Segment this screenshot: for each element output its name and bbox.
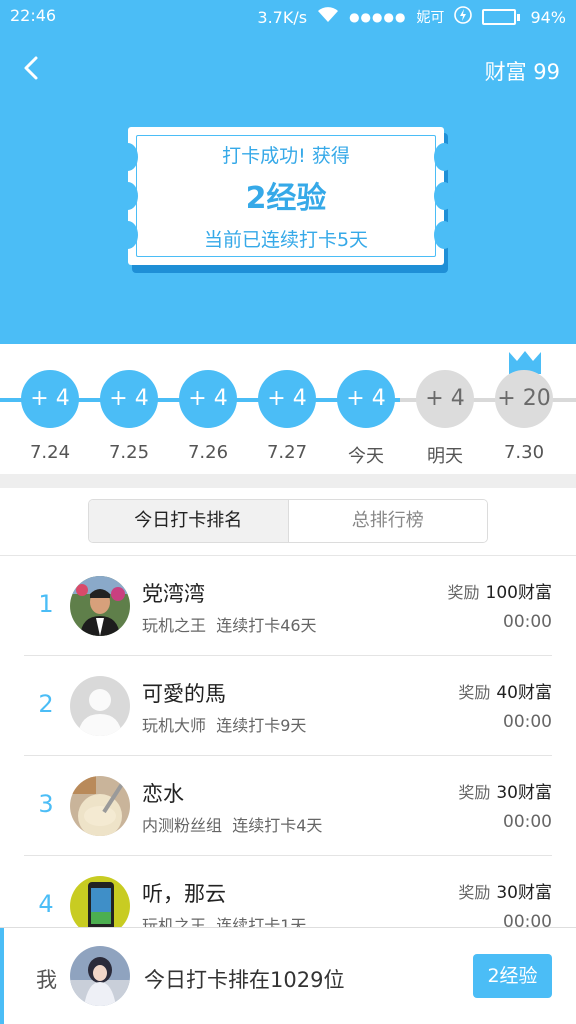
reward-label: 奖励 bbox=[458, 783, 491, 802]
carrier-name: 妮可 bbox=[416, 10, 445, 26]
my-avatar[interactable] bbox=[70, 946, 130, 1006]
rank-number: 1 bbox=[38, 590, 54, 618]
reward: 奖励 30财富 bbox=[458, 778, 552, 803]
user-streak: 连续打卡9天 bbox=[216, 716, 307, 735]
reward-label: 奖励 bbox=[458, 883, 491, 902]
header: 22:46 3.7K/s ●●●●● 妮可 94% 财富 99 打卡成功! 获得… bbox=[0, 0, 576, 344]
day-date: 7.25 bbox=[108, 442, 150, 463]
reward-value: 100财富 bbox=[485, 583, 552, 603]
reward-value: 30财富 bbox=[496, 783, 552, 803]
avatar[interactable] bbox=[70, 576, 130, 636]
back-button[interactable] bbox=[14, 50, 50, 86]
user-meta: 玩机大师 连续打卡9天 bbox=[142, 712, 306, 736]
day-item-bonus: + 20 7.30 bbox=[494, 370, 554, 463]
section-divider bbox=[0, 474, 576, 488]
status-right: 3.7K/s ●●●●● 妮可 94% bbox=[257, 6, 566, 28]
user-meta: 内测粉丝组 连续打卡4天 bbox=[142, 812, 322, 836]
battery-percent: 94% bbox=[530, 7, 566, 27]
day-reward: + 4 bbox=[100, 370, 158, 428]
ticket-exp-text: 2经验 bbox=[245, 181, 327, 216]
charging-icon bbox=[454, 6, 473, 28]
day-reward: + 4 bbox=[337, 370, 395, 428]
user-name: 可愛的馬 bbox=[142, 682, 226, 706]
reward-label: 奖励 bbox=[447, 583, 480, 602]
checkin-days: + 4 7.24 + 4 7.25 + 4 7.26 + 4 7.27 + 4 … bbox=[0, 344, 576, 474]
me-label: 我 bbox=[36, 968, 57, 992]
my-exp-button[interactable]: 2经验 bbox=[473, 954, 552, 998]
checkin-time: 00:00 bbox=[503, 812, 552, 832]
tab-today-ranking[interactable]: 今日打卡排名 bbox=[89, 500, 289, 542]
ranking-tabs: 今日打卡排名 总排行榜 bbox=[88, 499, 488, 543]
ranking-row[interactable]: 2 可愛的馬 玩机大师 连续打卡9天 奖励 40财富 00:00 bbox=[24, 656, 552, 756]
user-name: 党湾湾 bbox=[142, 582, 205, 606]
day-item: + 4 7.24 bbox=[20, 370, 80, 463]
user-title: 玩机大师 bbox=[142, 716, 207, 735]
day-item-today: + 4 今天 bbox=[336, 370, 396, 468]
avatar[interactable] bbox=[70, 676, 130, 736]
ticket-streak-text: 当前已连续打卡5天 bbox=[203, 229, 369, 251]
day-date: 明天 bbox=[427, 446, 463, 467]
ranking-row[interactable]: 3 恋水 内测粉丝组 连续打卡4天 奖励 30财富 00:00 bbox=[24, 756, 552, 856]
checkin-time: 00:00 bbox=[503, 712, 552, 732]
battery-icon bbox=[482, 9, 521, 25]
day-item: + 4 7.27 bbox=[257, 370, 317, 463]
day-date: 7.26 bbox=[187, 442, 229, 463]
checkin-ticket: 打卡成功! 获得 2经验 当前已连续打卡5天 bbox=[118, 127, 454, 273]
wifi-icon bbox=[317, 7, 339, 27]
reward: 奖励 30财富 bbox=[458, 878, 552, 903]
day-date: 7.27 bbox=[266, 442, 308, 463]
ticket-success-text: 打卡成功! 获得 bbox=[222, 145, 350, 167]
day-date: 今天 bbox=[348, 446, 384, 467]
reward-value: 40财富 bbox=[496, 683, 552, 703]
day-item-tomorrow: + 4 明天 bbox=[415, 370, 475, 468]
day-item: + 4 7.25 bbox=[99, 370, 159, 463]
checkin-time: 00:00 bbox=[503, 612, 552, 632]
day-reward: + 4 bbox=[21, 370, 79, 428]
reward-value: 30财富 bbox=[496, 883, 552, 903]
user-streak: 连续打卡46天 bbox=[216, 616, 317, 635]
day-date: 7.24 bbox=[29, 442, 71, 463]
day-date: 7.30 bbox=[503, 442, 545, 463]
user-name: 恋水 bbox=[142, 782, 184, 806]
reward: 奖励 40财富 bbox=[458, 678, 552, 703]
user-title: 玩机之王 bbox=[142, 616, 207, 635]
my-rank-text: 今日打卡排在1029位 bbox=[144, 968, 345, 992]
avatar[interactable] bbox=[70, 776, 130, 836]
day-item: + 4 7.26 bbox=[178, 370, 238, 463]
rank-number: 3 bbox=[38, 790, 54, 818]
status-time: 22:46 bbox=[10, 6, 57, 25]
ranking-row[interactable]: 1 党湾湾 玩机之王 连续打卡46天 奖励 100财富 00:00 bbox=[24, 556, 552, 656]
day-reward: + 4 bbox=[416, 370, 474, 428]
my-rank-bar: 我 今日打卡排在1029位 2经验 bbox=[0, 927, 576, 1024]
user-meta: 玩机之王 连续打卡46天 bbox=[142, 612, 317, 636]
day-reward: + 4 bbox=[179, 370, 237, 428]
rank-number: 2 bbox=[38, 690, 54, 718]
chevron-left-icon bbox=[24, 56, 38, 80]
reward-label: 奖励 bbox=[458, 683, 491, 702]
day-reward: + 20 bbox=[495, 370, 553, 428]
wealth-label: 财富 99 bbox=[484, 60, 560, 84]
reward: 奖励 100财富 bbox=[448, 578, 552, 603]
signal-icon: ●●●●● bbox=[349, 10, 407, 24]
rank-number: 4 bbox=[38, 890, 54, 918]
day-reward: + 4 bbox=[258, 370, 316, 428]
tab-total-ranking[interactable]: 总排行榜 bbox=[288, 500, 487, 542]
user-name: 听，那云 bbox=[142, 882, 226, 906]
network-speed: 3.7K/s bbox=[257, 7, 308, 27]
user-title: 内测粉丝组 bbox=[142, 816, 223, 835]
status-bar: 22:46 3.7K/s ●●●●● 妮可 94% bbox=[0, 0, 576, 32]
user-streak: 连续打卡4天 bbox=[232, 816, 323, 835]
